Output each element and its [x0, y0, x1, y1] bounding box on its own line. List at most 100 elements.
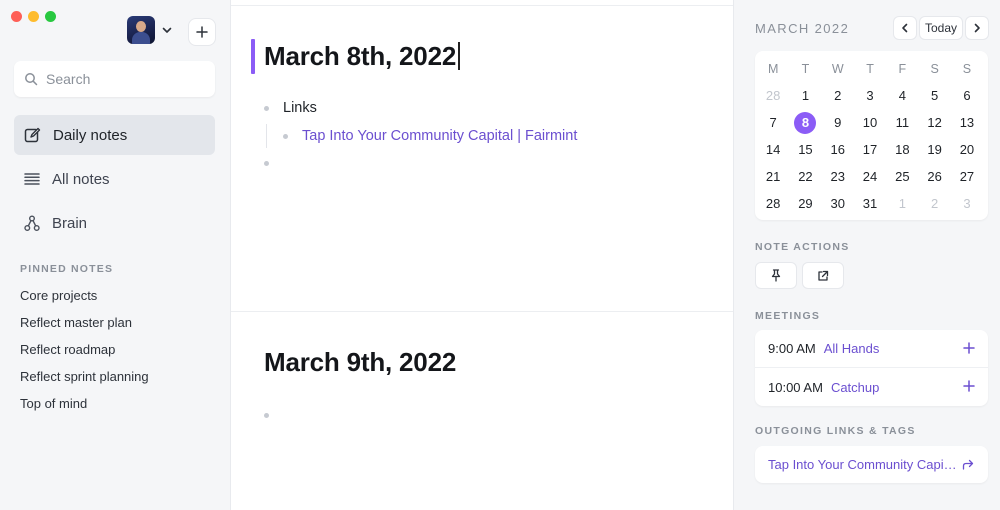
calendar-day-selected[interactable]: 8 — [789, 109, 821, 136]
pinned-note-item[interactable]: Core projects — [20, 287, 149, 314]
outgoing-link-text: Tap Into Your Community Capital | Fairmi… — [768, 457, 960, 472]
bullet-thread-line — [266, 124, 267, 148]
calendar-day[interactable]: 2 — [822, 82, 854, 109]
calendar-day[interactable]: 5 — [918, 82, 950, 109]
weekday-label: T — [801, 61, 810, 76]
pinned-note-item[interactable]: Reflect sprint planning — [20, 368, 149, 395]
weekday-label: M — [767, 61, 779, 76]
maximize-window-button[interactable] — [45, 11, 56, 22]
calendar-day[interactable]: 14 — [757, 136, 789, 163]
text-cursor — [458, 42, 460, 70]
meeting-time: 10:00 AM — [768, 379, 823, 395]
calendar-prev-button[interactable] — [893, 16, 917, 40]
meeting-name[interactable]: Catchup — [831, 380, 879, 395]
bullet-dot[interactable] — [264, 413, 269, 418]
weekday-label: T — [866, 61, 874, 76]
calendar-day[interactable]: 10 — [854, 109, 886, 136]
calendar-day[interactable]: 18 — [886, 136, 918, 163]
pin-note-button[interactable] — [755, 262, 797, 289]
calendar-day[interactable]: 21 — [757, 163, 789, 190]
bullet-dot[interactable] — [283, 134, 288, 139]
note-link[interactable]: Tap Into Your Community Capital | Fairmi… — [302, 128, 577, 144]
meeting-name[interactable]: All Hands — [824, 341, 880, 356]
calendar-day[interactable]: 2 — [918, 190, 950, 217]
calendar-day[interactable]: 24 — [854, 163, 886, 190]
calendar-day[interactable]: 4 — [886, 82, 918, 109]
pinned-notes-list: Core projects Reflect master plan Reflec… — [20, 287, 149, 422]
calendar-day[interactable]: 28 — [757, 190, 789, 217]
calendar-day[interactable]: 11 — [886, 109, 918, 136]
search-input[interactable]: Search — [14, 61, 215, 97]
bullet-dot[interactable] — [264, 106, 269, 111]
calendar-day[interactable]: 22 — [789, 163, 821, 190]
meeting-item[interactable]: 9:00 AM All Hands — [755, 330, 988, 368]
weekday-label: F — [898, 61, 907, 76]
chevron-left-icon — [902, 23, 908, 33]
search-icon — [25, 73, 38, 86]
calendar-day[interactable]: 15 — [789, 136, 821, 163]
close-window-button[interactable] — [11, 11, 22, 22]
calendar-day[interactable]: 6 — [951, 82, 983, 109]
weekday-label: S — [930, 61, 939, 76]
outgoing-link-item[interactable]: Tap Into Your Community Capital | Fairmi… — [755, 446, 988, 483]
search-placeholder: Search — [46, 71, 91, 87]
meeting-item[interactable]: 10:00 AM Catchup — [755, 368, 988, 406]
open-external-button[interactable] — [802, 262, 844, 289]
outgoing-links-heading: OUTGOING LINKS & TAGS — [755, 425, 916, 437]
calendar-month-label: MARCH 2022 — [755, 21, 850, 36]
calendar-today-button[interactable]: Today — [919, 16, 963, 40]
pinned-note-item[interactable]: Top of mind — [20, 395, 149, 422]
calendar-day[interactable]: 30 — [822, 190, 854, 217]
pin-icon — [771, 269, 781, 282]
plus-icon[interactable] — [962, 379, 976, 393]
forward-arrow-icon — [962, 459, 974, 470]
calendar-day[interactable]: 16 — [822, 136, 854, 163]
calendar-day[interactable]: 26 — [918, 163, 950, 190]
calendar-day[interactable]: 9 — [822, 109, 854, 136]
pinned-note-item[interactable]: Reflect master plan — [20, 314, 149, 341]
calendar-day[interactable]: 23 — [822, 163, 854, 190]
calendar-day[interactable]: 1 — [886, 190, 918, 217]
calendar-day[interactable]: 31 — [854, 190, 886, 217]
calendar-day[interactable]: 29 — [789, 190, 821, 217]
day-title[interactable]: March 9th, 2022 — [264, 347, 456, 378]
calendar-day[interactable]: 13 — [951, 109, 983, 136]
bullet-text[interactable]: Links — [283, 100, 317, 116]
nav-brain[interactable]: Brain — [14, 203, 215, 243]
calendar-day[interactable]: 1 — [789, 82, 821, 109]
note-actions-heading: NOTE ACTIONS — [755, 241, 850, 253]
plus-icon[interactable] — [962, 341, 976, 355]
nav-all-notes[interactable]: All notes — [14, 159, 215, 199]
nav-label: Brain — [52, 214, 88, 232]
calendar-day[interactable]: 25 — [886, 163, 918, 190]
day-title[interactable]: March 8th, 2022 — [264, 41, 460, 72]
pinned-notes-heading: PINNED NOTES — [20, 263, 114, 275]
daily-notes-editor[interactable]: March 8th, 2022 Links Tap Into Your Comm… — [231, 0, 733, 510]
calendar-next-button[interactable] — [965, 16, 989, 40]
day-divider — [231, 311, 733, 312]
bullet-dot[interactable] — [264, 161, 269, 166]
new-note-button[interactable] — [188, 18, 216, 46]
meeting-time: 9:00 AM — [768, 341, 816, 356]
right-panel: MARCH 2022 Today M T W T F S S 28 1 2 3 … — [733, 0, 1000, 510]
calendar-day[interactable]: 28 — [757, 82, 789, 109]
calendar-day[interactable]: 12 — [918, 109, 950, 136]
calendar-day[interactable]: 7 — [757, 109, 789, 136]
pinned-note-item[interactable]: Reflect roadmap — [20, 341, 149, 368]
chevron-down-icon[interactable] — [159, 22, 175, 38]
calendar-day[interactable]: 3 — [951, 190, 983, 217]
calendar-day[interactable]: 27 — [951, 163, 983, 190]
divider — [231, 5, 733, 6]
nav-daily-notes[interactable]: Daily notes — [14, 115, 215, 155]
list-icon — [24, 173, 40, 185]
account-switcher[interactable] — [127, 15, 179, 45]
nav-label: All notes — [52, 170, 110, 188]
calendar-day[interactable]: 3 — [854, 82, 886, 109]
meetings-heading: MEETINGS — [755, 310, 821, 322]
calendar-day[interactable]: 17 — [854, 136, 886, 163]
calendar-day[interactable]: 20 — [951, 136, 983, 163]
avatar[interactable] — [127, 16, 155, 44]
calendar-day[interactable]: 19 — [918, 136, 950, 163]
graph-icon — [24, 215, 40, 231]
minimize-window-button[interactable] — [28, 11, 39, 22]
